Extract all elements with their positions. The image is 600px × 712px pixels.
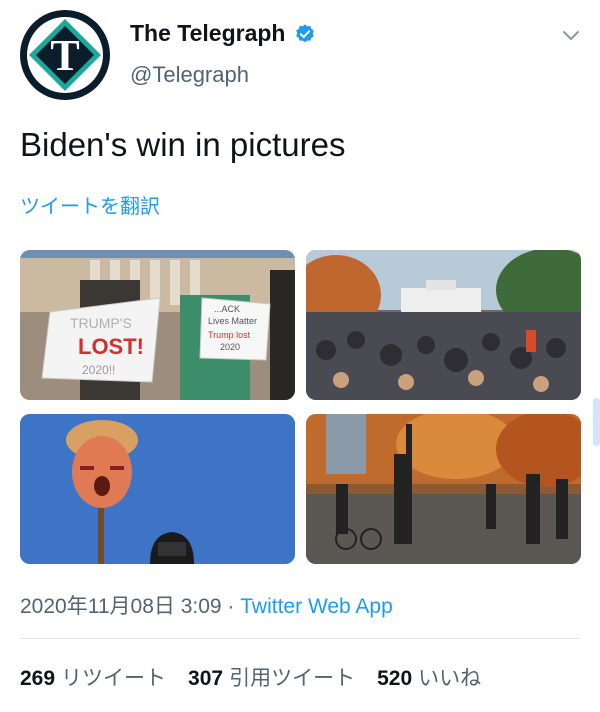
sign-text-2: LOST! bbox=[78, 334, 144, 359]
chevron-down-icon[interactable] bbox=[560, 24, 582, 46]
sign-text-1: TRUMP'S bbox=[70, 315, 132, 331]
quotes-label: 引用ツイート bbox=[229, 667, 356, 690]
likes-label: いいね bbox=[418, 667, 482, 690]
account-handle[interactable]: @Telegraph bbox=[130, 62, 249, 88]
photo-white-house-crowd[interactable] bbox=[306, 250, 581, 400]
tweet-text: Biden's win in pictures bbox=[20, 126, 346, 163]
quotes-count: 307 bbox=[188, 667, 224, 690]
account-name[interactable]: The Telegraph bbox=[130, 20, 286, 47]
translate-tweet-link[interactable]: ツイートを翻訳 bbox=[20, 190, 160, 219]
likes-stat[interactable]: 520 いいね bbox=[377, 662, 481, 692]
retweets-stat[interactable]: 269 リツイート bbox=[20, 662, 166, 692]
sign-text-3: 2020!! bbox=[82, 363, 115, 377]
sign-text-5: Lives Matter bbox=[208, 316, 257, 326]
sign-text-4: ...ACK bbox=[214, 304, 240, 314]
tweet-source[interactable]: Twitter Web App bbox=[240, 595, 393, 618]
photo-trump-effigy[interactable] bbox=[20, 414, 295, 564]
retweets-label: リツイート bbox=[61, 667, 167, 690]
verified-badge-icon bbox=[295, 23, 314, 42]
retweets-count: 269 bbox=[20, 667, 56, 690]
photo-protest-signs[interactable]: TRUMP'S LOST! 2020!! ...ACK Lives Matter… bbox=[20, 250, 295, 400]
tweet-timestamp[interactable]: 2020年11月08日 3:09 bbox=[20, 595, 222, 618]
sign-text-6: Trump lost bbox=[208, 330, 251, 340]
sign-text-7: 2020 bbox=[220, 342, 240, 352]
sign-black-lives-matter: ...ACK Lives Matter Trump lost 2020 bbox=[199, 297, 271, 361]
sign-trumps-lost: TRUMP'S LOST! 2020!! bbox=[41, 297, 161, 383]
likes-count: 520 bbox=[377, 667, 413, 690]
divider bbox=[20, 638, 580, 639]
telegraph-logo-icon[interactable]: T bbox=[20, 10, 110, 100]
logo-letter: T bbox=[50, 31, 79, 80]
scrollbar[interactable] bbox=[593, 398, 600, 446]
tweet-meta: 2020年11月08日 3:09 · Twitter Web App bbox=[20, 590, 393, 620]
meta-separator: · bbox=[221, 595, 241, 618]
quotes-stat[interactable]: 307 引用ツイート bbox=[188, 662, 355, 692]
tweet-stats: 269 リツイート 307 引用ツイート 520 いいね bbox=[20, 662, 503, 692]
photo-street-celebration[interactable] bbox=[306, 414, 581, 564]
